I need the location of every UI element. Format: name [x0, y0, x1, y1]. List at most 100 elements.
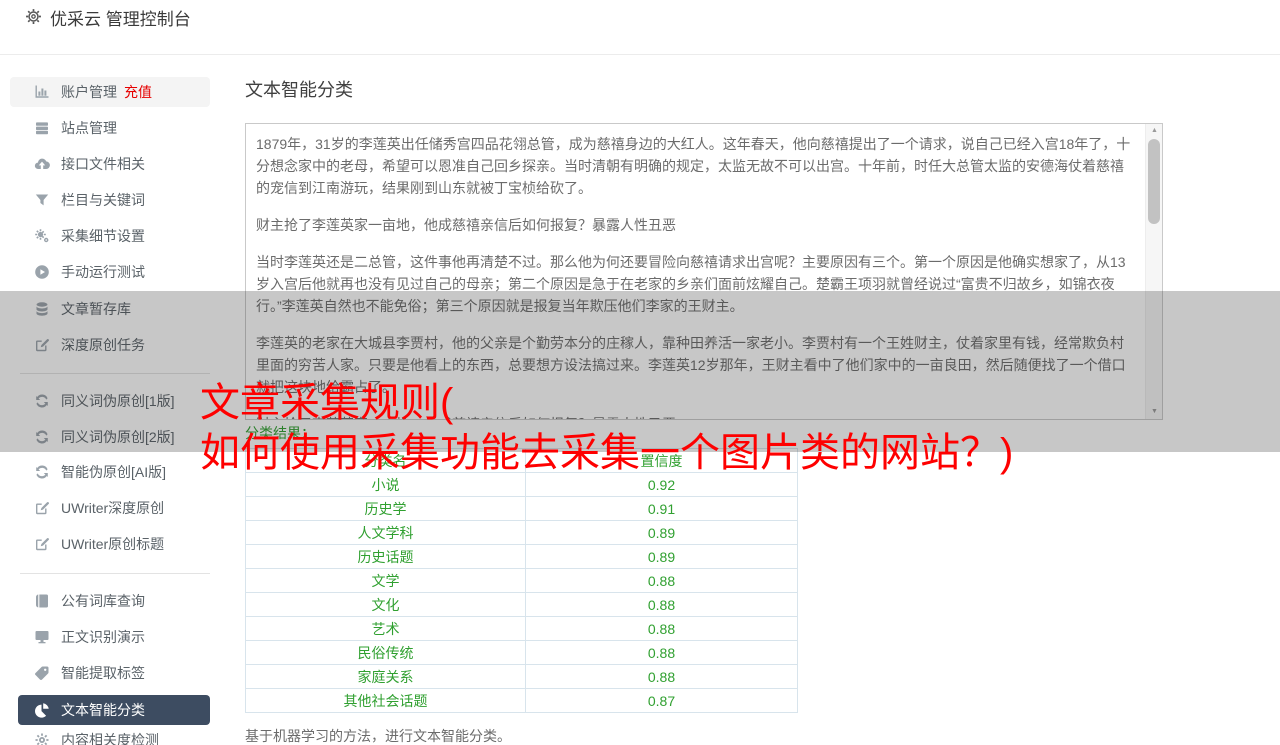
sidebar-item-label: UWriter原创标题	[61, 536, 165, 552]
sidebar-item-label: 手动运行测试	[61, 264, 145, 280]
sidebar-item-16[interactable]: 智能提取标签	[18, 658, 210, 688]
confidence-cell: 0.88	[525, 592, 798, 617]
category-cell: 小说	[245, 472, 526, 497]
sidebar-item-label: 正文识别演示	[61, 629, 145, 645]
confidence-cell: 0.87	[525, 688, 798, 713]
server-icon	[34, 120, 50, 136]
funnel-icon	[34, 192, 50, 208]
sidebar-item-13[interactable]: UWriter原创标题	[18, 529, 210, 559]
table-row: 小说 0.92	[245, 472, 798, 497]
sidebar-item-label: 同义词伪原创[1版]	[61, 393, 175, 409]
sidebar-item-label: UWriter深度原创	[61, 500, 165, 516]
edit-icon	[34, 337, 50, 353]
table-row: 家庭关系 0.88	[245, 664, 798, 689]
book-icon	[34, 593, 50, 609]
refresh-icon	[34, 429, 50, 445]
category-cell: 文学	[245, 568, 526, 593]
confidence-cell: 0.88	[525, 640, 798, 665]
page-title: 文本智能分类	[245, 80, 353, 100]
cloud-upload-icon	[34, 156, 50, 172]
sidebar-item-11[interactable]: 智能伪原创[AI版]	[18, 457, 210, 487]
pie-chart-icon	[34, 702, 50, 718]
edit-icon	[34, 536, 50, 552]
table-row: 文学 0.88	[245, 568, 798, 593]
category-cell: 人文学科	[245, 520, 526, 545]
table-header-row: 分类名 置信度	[245, 448, 798, 473]
category-cell: 家庭关系	[245, 664, 526, 689]
sidebar-item-label: 深度原创任务	[61, 337, 145, 353]
app-header: 优采云 管理控制台	[0, 0, 1280, 55]
article-scrollbar[interactable]: ▲ ▼	[1145, 124, 1162, 419]
sidebar-item-label: 文本智能分类	[61, 702, 145, 718]
table-row: 历史学 0.91	[245, 496, 798, 521]
gear-icon	[25, 8, 42, 25]
table-row: 民俗传统 0.88	[245, 640, 798, 665]
scrollbar-thumb[interactable]	[1148, 139, 1160, 224]
category-cell: 艺术	[245, 616, 526, 641]
category-cell: 历史话题	[245, 544, 526, 569]
gear-icon	[34, 732, 50, 745]
sidebar-item-label: 采集细节设置	[61, 228, 145, 244]
tag-icon	[34, 665, 50, 681]
refresh-icon	[34, 464, 50, 480]
results-table: 分类名 置信度 小说 0.92 历史学 0.91 人文学科 0.89 历史话题 0.89 文学 0.8…	[245, 448, 798, 713]
sidebar-item-5[interactable]: 采集细节设置	[18, 221, 210, 251]
article-paragraph-5: 财主抢了李莲英家一亩地，他成慈禧亲信后如何报复？暴露人性丑恶	[256, 413, 1132, 419]
edit-icon	[34, 500, 50, 516]
column-header: 置信度	[525, 448, 798, 473]
sidebar-item-label: 账户管理	[61, 84, 117, 100]
sidebar-item-label: 站点管理	[61, 120, 117, 136]
table-row: 人文学科 0.89	[245, 520, 798, 545]
article-paragraph-1: 1879年，31岁的李莲英出任储秀宫四品花翎总管，成为慈禧身边的大红人。这年春天…	[256, 136, 1131, 196]
gears-icon	[34, 228, 50, 244]
scroll-up-icon[interactable]: ▲	[1146, 124, 1163, 138]
sidebar-divider	[20, 573, 210, 574]
sidebar-item-label: 智能伪原创[AI版]	[61, 464, 167, 480]
sidebar-item-label: 公有词库查询	[61, 593, 145, 609]
sidebar-item-12[interactable]: UWriter深度原创	[18, 493, 210, 523]
confidence-cell: 0.89	[525, 520, 798, 545]
app-window: 优采云 管理控制台 账户管理 充值站点管理接口文件相关栏目与关键词采集细节设置 手动…	[0, 0, 1280, 745]
sidebar-item-17[interactable]: 文本智能分类	[18, 695, 210, 725]
table-row: 其他社会话题 0.87	[245, 688, 798, 713]
category-cell: 文化	[245, 592, 526, 617]
sidebar-item-10[interactable]: 同义词伪原创[2版]	[18, 422, 210, 452]
confidence-cell: 0.88	[525, 616, 798, 641]
sidebar-item-label: 文章暂存库	[61, 301, 131, 317]
play-circle-icon	[34, 264, 50, 280]
sidebar-item-9[interactable]: 同义词伪原创[1版]	[18, 386, 210, 416]
article-paragraph-2: 财主抢了李莲英家一亩地，他成慈禧亲信后如何报复？暴露人性丑恶	[256, 217, 676, 233]
sidebar-divider	[20, 373, 210, 374]
sidebar-item-6[interactable]: 手动运行测试	[18, 257, 210, 287]
sidebar-item-3[interactable]: 接口文件相关	[18, 149, 210, 179]
sidebar-item-8[interactable]: 深度原创任务	[18, 330, 210, 360]
confidence-cell: 0.91	[525, 496, 798, 521]
article-paragraph-4: 李莲英的老家在大城县李贾村，他的父亲是个勤劳本分的庄稼人，靠种田养活一家老小。李…	[256, 335, 1126, 395]
article-paragraph-3: 当时李莲英还是二总管，这件事他再清楚不过。那么他为何还要冒险向慈禧请求出宫呢？主…	[256, 254, 1126, 314]
sidebar-item-1[interactable]: 账户管理 充值	[10, 77, 210, 107]
table-row: 文化 0.88	[245, 592, 798, 617]
monitor-icon	[34, 629, 50, 645]
sidebar-item-label: 智能提取标签	[61, 665, 145, 681]
sidebar-item-2[interactable]: 站点管理	[18, 113, 210, 143]
sidebar-item-14[interactable]: 公有词库查询	[18, 586, 210, 616]
result-label: 分类结果：	[245, 425, 315, 441]
scroll-down-icon[interactable]: ▼	[1146, 405, 1163, 419]
recharge-link[interactable]: 充值	[124, 82, 152, 102]
app-title: 优采云 管理控制台	[50, 10, 191, 29]
category-cell: 民俗传统	[245, 640, 526, 665]
confidence-cell: 0.88	[525, 664, 798, 689]
category-cell: 历史学	[245, 496, 526, 521]
footnote-text: 基于机器学习的方法，进行文本智能分类。	[245, 728, 511, 744]
database-icon	[34, 301, 50, 317]
sidebar-item-7[interactable]: 文章暂存库	[18, 294, 210, 324]
table-row: 艺术 0.88	[245, 616, 798, 641]
bar-chart-icon	[34, 84, 50, 100]
article-textarea[interactable]: 1879年，31岁的李莲英出任储秀宫四品花翎总管，成为慈禧身边的大红人。这年春天…	[245, 123, 1163, 420]
confidence-cell: 0.88	[525, 568, 798, 593]
sidebar-item-18[interactable]: 内容相关度检测	[18, 725, 210, 745]
sidebar-item-15[interactable]: 正文识别演示	[18, 622, 210, 652]
refresh-icon	[34, 393, 50, 409]
sidebar-item-label: 接口文件相关	[61, 156, 145, 172]
sidebar-item-4[interactable]: 栏目与关键词	[18, 185, 210, 215]
